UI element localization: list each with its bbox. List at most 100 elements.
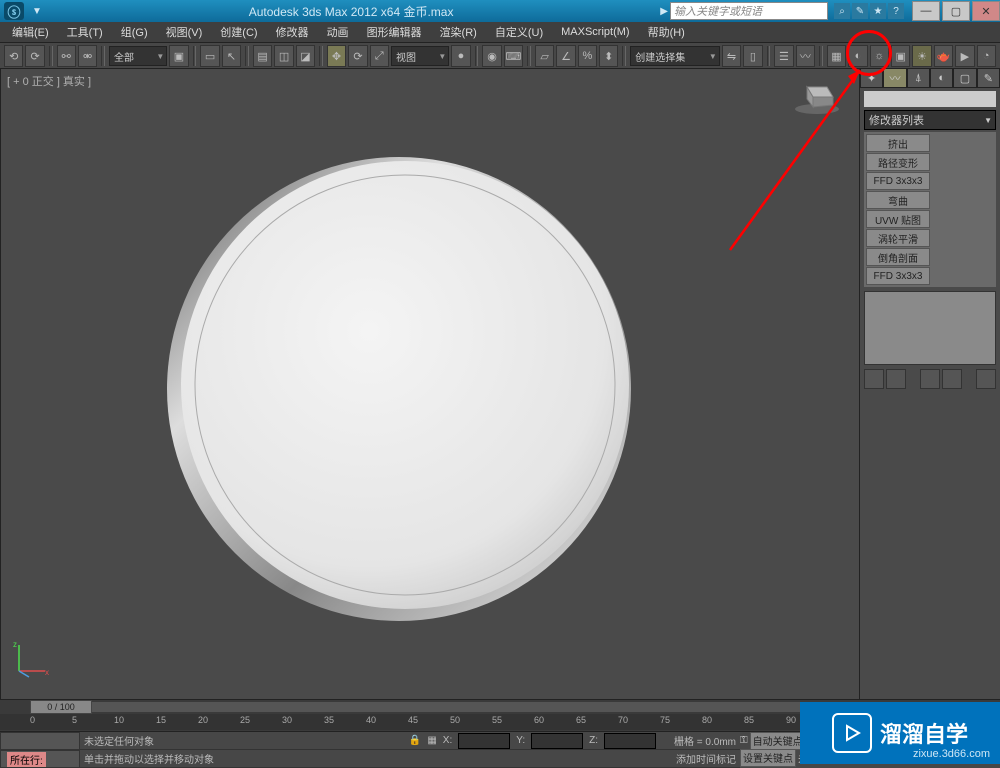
make-unique-icon[interactable] — [920, 369, 940, 389]
mod-chamfer[interactable]: 倒角剖面 — [866, 248, 930, 266]
mod-bend[interactable]: 弯曲 — [866, 191, 930, 209]
snap-2d-icon[interactable]: ▱ — [535, 45, 554, 67]
coord-z-input[interactable] — [604, 733, 656, 749]
pin-stack-icon[interactable] — [864, 369, 884, 389]
rotate-icon[interactable]: ⟳ — [348, 45, 367, 67]
align-icon[interactable]: ▯ — [743, 45, 762, 67]
schematic-icon[interactable]: ▦ — [827, 45, 846, 67]
named-selection-dropdown[interactable]: 创建选择集 — [630, 46, 720, 66]
spinner-snap-icon[interactable]: ⬍ — [599, 45, 618, 67]
selection-scope-dropdown[interactable]: 全部 — [109, 46, 167, 66]
snap-percent-icon[interactable]: % — [578, 45, 597, 67]
time-tag-menu[interactable]: 添加时间标记 — [676, 751, 736, 766]
redo-icon[interactable]: ⟳ — [25, 45, 44, 67]
refcoord-dropdown[interactable]: 视图 — [391, 46, 449, 66]
close-button[interactable]: ✕ — [972, 1, 1000, 21]
time-slider[interactable]: 0 / 100 — [30, 700, 92, 714]
mirror-icon[interactable]: ⇋ — [722, 45, 741, 67]
pivot-icon[interactable]: ● — [451, 45, 470, 67]
minimize-button[interactable]: — — [912, 1, 940, 21]
coord-x-input[interactable] — [458, 733, 510, 749]
menu-bar: 编辑(E) 工具(T) 组(G) 视图(V) 创建(C) 修改器 动画 图形编辑… — [0, 22, 1000, 43]
tab-modify-icon[interactable]: 〰 — [883, 68, 906, 88]
unlink-icon[interactable]: ⚮ — [78, 45, 97, 67]
mini-listener[interactable] — [0, 732, 80, 750]
last-render-icon[interactable]: ◔ — [977, 45, 996, 67]
maximize-button[interactable]: ▢ — [942, 1, 970, 21]
tab-utilities-icon[interactable]: ✎ — [977, 68, 1000, 88]
mod-turbosmooth[interactable]: 涡轮平滑 — [866, 229, 930, 247]
menu-maxscript[interactable]: MAXScript(M) — [553, 25, 637, 39]
mod-pathdeform[interactable]: 路径变形 — [866, 153, 930, 171]
curve-editor-icon[interactable]: 〰 — [796, 45, 815, 67]
show-end-icon[interactable] — [886, 369, 906, 389]
remove-mod-icon[interactable] — [942, 369, 962, 389]
svg-text:z: z — [13, 640, 17, 649]
object-name-field[interactable] — [864, 91, 996, 107]
layer-icon[interactable]: ☰ — [774, 45, 793, 67]
viewport[interactable]: [ + 0 正交 ] 真实 ] — [0, 68, 860, 700]
tab-hierarchy-icon[interactable]: ⍋ — [907, 68, 930, 88]
setkey-button[interactable]: 设置关键点 — [740, 749, 796, 767]
teapot-icon[interactable]: 🫖 — [934, 45, 953, 67]
menu-help[interactable]: 帮助(H) — [640, 23, 693, 41]
window-crossing-icon[interactable]: ◪ — [296, 45, 315, 67]
menu-custom[interactable]: 自定义(U) — [487, 23, 551, 41]
render-setup-icon[interactable]: ☼ — [870, 45, 889, 67]
select-by-name-icon[interactable]: ▤ — [253, 45, 272, 67]
keyboard-icon[interactable]: ⌨ — [504, 45, 523, 67]
select-icon[interactable]: ▭ — [200, 45, 219, 67]
star-icon[interactable]: ★ — [870, 3, 886, 19]
help-icon[interactable]: ? — [888, 3, 904, 19]
link-icon[interactable]: ⚯ — [57, 45, 76, 67]
manip-icon[interactable]: ◉ — [482, 45, 501, 67]
move-icon[interactable]: ✥ — [327, 45, 346, 67]
menu-tools[interactable]: 工具(T) — [59, 23, 111, 41]
ruler-tick: 0 — [30, 715, 35, 725]
cursor-icon[interactable]: ↖ — [222, 45, 241, 67]
ruler-tick: 85 — [744, 715, 754, 725]
tab-display-icon[interactable]: ▢ — [953, 68, 976, 88]
select-region-icon[interactable]: ◫ — [274, 45, 293, 67]
undo-icon[interactable]: ⟲ — [4, 45, 23, 67]
menu-view[interactable]: 视图(V) — [158, 23, 211, 41]
tab-motion-icon[interactable]: ◐ — [930, 68, 953, 88]
mod-uvw[interactable]: UVW 贴图 — [866, 210, 930, 228]
menu-modifier[interactable]: 修改器 — [268, 23, 317, 41]
configure-sets-icon[interactable] — [976, 369, 996, 389]
mod-ffd2[interactable]: FFD 3x3x3 — [866, 267, 930, 285]
snap-angle-icon[interactable]: ∠ — [556, 45, 575, 67]
tool-icon[interactable]: ✎ — [852, 3, 868, 19]
ruler-tick: 40 — [366, 715, 376, 725]
tab-create-icon[interactable]: ✦ — [860, 68, 883, 88]
viewcube[interactable] — [793, 75, 841, 115]
menu-create[interactable]: 创建(C) — [212, 23, 265, 41]
menu-group[interactable]: 组(G) — [113, 23, 156, 41]
material-editor-icon[interactable]: ◐ — [848, 45, 867, 67]
menu-edit[interactable]: 编辑(E) — [4, 23, 57, 41]
watermark-name: 溜溜自学 — [880, 717, 968, 749]
app-logo-icon: ⓢ — [4, 2, 24, 20]
scale-icon[interactable]: ⤢ — [370, 45, 389, 67]
filter-icon[interactable]: ▣ — [169, 45, 188, 67]
ruler-tick: 80 — [702, 715, 712, 725]
axis-gizmo-icon: z x — [11, 639, 51, 679]
help-search-input[interactable]: 输入关键字或短语 — [670, 2, 828, 20]
coord-y-input[interactable] — [531, 733, 583, 749]
coord-toggle-icon[interactable]: ▦ — [427, 735, 436, 746]
menu-anim[interactable]: 动画 — [319, 23, 357, 41]
binoculars-icon[interactable]: ⌕ — [834, 3, 850, 19]
render-prod-icon[interactable]: ▶ — [955, 45, 974, 67]
lock-icon[interactable]: 🔒 — [409, 735, 421, 746]
mod-ffd1[interactable]: FFD 3x3x3 — [866, 172, 930, 190]
autokey-button[interactable]: 自动关键点 — [750, 732, 806, 750]
menu-graph[interactable]: 图形编辑器 — [359, 23, 430, 41]
render-frame-icon[interactable]: ▣ — [891, 45, 910, 67]
ruler-tick: 15 — [156, 715, 166, 725]
render-icon[interactable]: ☀ — [912, 45, 931, 67]
menu-render[interactable]: 渲染(R) — [432, 23, 485, 41]
modifier-list-dropdown[interactable]: 修改器列表 — [864, 110, 996, 130]
mod-extrude[interactable]: 挤出 — [866, 134, 930, 152]
key-icon[interactable]: ⚿ — [740, 735, 748, 746]
modifier-stack[interactable] — [864, 291, 996, 365]
